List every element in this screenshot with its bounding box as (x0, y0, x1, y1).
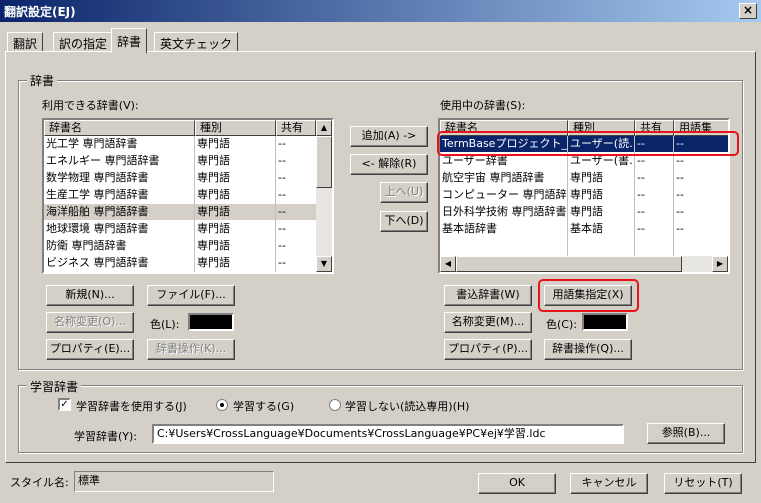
list-cell: 専門語 (570, 188, 603, 201)
list-cell: 専門語 (570, 205, 603, 218)
list-cell: 基本語辞書 (442, 222, 497, 235)
list-item[interactable]: 日外科学技術 専門語辞書 専門語 -- -- (440, 204, 728, 220)
list-item[interactable]: 航空宇宙 専門語辞書 専門語 -- -- (440, 170, 728, 186)
list-cell: -- (278, 222, 286, 235)
list-cell: -- (637, 188, 645, 201)
write-dictionary-button[interactable]: 書込辞書(W) (444, 285, 532, 306)
column-header-type[interactable]: 種別 (195, 120, 276, 136)
tab-dictionary[interactable]: 辞書 (111, 28, 148, 53)
available-dictionaries-list[interactable]: 辞書名 種別 共有 光工学 専門語辞書 専門語 -- エネルギー 専門語辞書 専門語 --… (42, 118, 334, 274)
list-cell: 専門語 (197, 222, 230, 235)
use-learning-label: 学習辞書を使用する(J) (76, 400, 187, 413)
list-cell: 基本語 (570, 222, 603, 235)
list-cell: -- (278, 256, 286, 269)
learning-path-field[interactable]: C:¥Users¥CrossLanguage¥Documents¥CrossLa… (152, 424, 624, 444)
new-dictionary-button[interactable]: 新規(N)... (46, 285, 134, 306)
move-down-button[interactable]: 下へ(D) (380, 211, 428, 232)
no-learn-radio-label: 学習しない(読込専用)(H) (345, 400, 470, 413)
list-cell: 海洋船舶 専門語辞書 (46, 205, 149, 218)
ok-button[interactable]: OK (478, 473, 556, 494)
list-cell: 専門語 (197, 154, 230, 167)
color-left-label: 色(L): (150, 318, 180, 331)
list-cell: -- (637, 171, 645, 184)
properties-right-button[interactable]: プロパティ(P)... (444, 339, 532, 360)
list-cell: 防衛 専門語辞書 (46, 239, 127, 252)
title-bar (0, 0, 761, 22)
window-title: 翻訳設定(EJ) (4, 5, 76, 19)
highlight-selected-row (437, 131, 739, 156)
tab-translation[interactable]: 翻訳 (7, 32, 44, 52)
list-cell: 航空宇宙 専門語辞書 (442, 171, 545, 184)
list-cell: -- (278, 137, 286, 150)
list-cell: エネルギー 専門語辞書 (46, 154, 160, 167)
highlight-glossary-button (538, 279, 639, 312)
rename-right-button[interactable]: 名称変更(M)... (444, 312, 532, 333)
list-cell: 光工学 専門語辞書 (46, 137, 138, 150)
column-header-name[interactable]: 辞書名 (44, 120, 195, 136)
close-button[interactable]: × (739, 3, 757, 19)
scroll-thumb[interactable] (316, 136, 332, 188)
list-cell: -- (278, 188, 286, 201)
list-cell: コンピューター 専門語辞書 (442, 188, 568, 201)
list-item[interactable]: 基本語辞書 基本語 -- -- (440, 221, 728, 237)
list-cell: -- (278, 239, 286, 252)
list-cell: 専門語 (197, 137, 230, 150)
list-cell: 専門語 (570, 171, 603, 184)
file-button[interactable]: ファイル(F)... (147, 285, 235, 306)
available-dictionaries-label: 利用できる辞書(V): (42, 99, 139, 112)
tab-word-specification[interactable]: 訳の指定 (53, 32, 114, 52)
add-button[interactable]: 追加(A) -> (350, 126, 428, 147)
list-cell: 専門語 (197, 171, 230, 184)
learning-path-label: 学習辞書(Y): (74, 430, 138, 443)
list-cell: -- (676, 205, 684, 218)
reset-button[interactable]: リセット(T) (664, 473, 742, 494)
scroll-right-icon[interactable]: ▶ (712, 256, 728, 272)
list-cell: 専門語 (197, 205, 230, 218)
scroll-left-icon[interactable]: ◀ (440, 256, 456, 272)
learning-group-legend: 学習辞書 (27, 378, 82, 395)
list-cell: 数学物理 専門語辞書 (46, 171, 149, 184)
scroll-down-icon[interactable]: ▼ (316, 256, 332, 272)
list-cell: ビジネス 専門語辞書 (46, 256, 149, 269)
list-cell: 専門語 (197, 188, 230, 201)
list-cell: -- (676, 222, 684, 235)
list-cell: 地球環境 専門語辞書 (46, 222, 149, 235)
list-cell: 専門語 (197, 256, 230, 269)
list-item[interactable]: コンピューター 専門語辞書 専門語 -- -- (440, 187, 728, 203)
hscroll-thumb[interactable] (456, 256, 682, 272)
color-right-swatch[interactable] (582, 313, 628, 331)
learn-radio-label: 学習する(G) (233, 400, 295, 413)
dictionary-operations-left-button[interactable]: 辞書操作(K)... (147, 339, 235, 360)
list-cell: -- (637, 222, 645, 235)
style-name-value: 標準 (74, 471, 274, 492)
cancel-button[interactable]: キャンセル (570, 473, 648, 494)
use-learning-checkbox[interactable]: ✓ (58, 398, 71, 411)
list-cell: -- (637, 205, 645, 218)
in-use-dictionaries-label: 使用中の辞書(S): (440, 99, 526, 112)
scroll-up-icon[interactable]: ▲ (316, 120, 332, 136)
color-left-swatch[interactable] (188, 313, 234, 331)
browse-button[interactable]: 参照(B)... (647, 423, 725, 444)
list-cell: -- (278, 171, 286, 184)
column-header-shared[interactable]: 共有 (276, 120, 316, 136)
list-cell: 専門語 (197, 239, 230, 252)
rename-left-button[interactable]: 名称変更(O)... (46, 312, 134, 333)
list-cell: -- (676, 171, 684, 184)
properties-left-button[interactable]: プロパティ(E)... (46, 339, 134, 360)
list-cell: 日外科学技術 専門語辞書 (442, 205, 567, 218)
style-name-label: スタイル名: (10, 476, 69, 489)
dictionary-group-legend: 辞書 (27, 72, 58, 89)
list-cell: 生産工学 専門語辞書 (46, 188, 149, 201)
list-cell: -- (676, 188, 684, 201)
learn-radio[interactable] (216, 399, 228, 411)
remove-button[interactable]: <- 解除(R) (350, 154, 428, 175)
tab-english-check[interactable]: 英文チェック (154, 32, 239, 52)
color-right-label: 色(C): (546, 318, 577, 331)
list-cell: -- (278, 154, 286, 167)
list-cell: -- (278, 205, 286, 218)
no-learn-radio[interactable] (329, 399, 341, 411)
move-up-button[interactable]: 上へ(U) (380, 182, 428, 203)
dictionary-operations-right-button[interactable]: 辞書操作(Q)... (544, 339, 632, 360)
